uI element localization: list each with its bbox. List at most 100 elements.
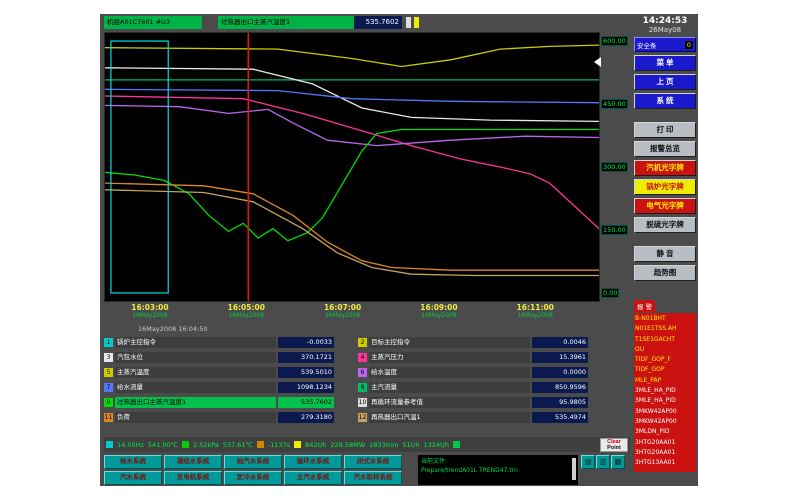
pen-value: 539.5010 — [278, 367, 334, 378]
pen-value: 0.0046 — [532, 337, 588, 348]
legend-row[interactable]: 2 目标主控指令 0.0046 — [358, 335, 598, 350]
alarm-entry[interactable]: TIDF_GOP — [635, 365, 695, 375]
sidebar: 14:24:53 26May08 安全条 0 菜 单上 页系 统打 印报警总览汽… — [632, 14, 698, 486]
system-nav-button[interactable]: 闭式水系统 — [344, 455, 402, 469]
pen-indicator-chip — [414, 17, 419, 28]
legend-row[interactable]: 7 给水流量 1098.1234 — [104, 380, 344, 395]
alarm-entry[interactable]: 3MLDN_PID — [635, 427, 695, 437]
sidebar-button[interactable]: 上 页 — [634, 74, 696, 90]
y-axis-label: 300.00 — [601, 162, 628, 172]
system-nav-button[interactable]: 给水系统 — [104, 455, 162, 469]
status-value: 2833mm — [369, 441, 398, 449]
nav-row-2: 汽水系统发电机系统定冷水系统主汽水系统汽水取样系统 — [104, 471, 402, 485]
sidebar-button[interactable]: 系 统 — [634, 93, 696, 109]
sidebar-button[interactable]: 打 印 — [634, 122, 696, 138]
system-nav-button[interactable]: 循环水系统 — [284, 455, 342, 469]
alarm-entry[interactable]: N01E1TSS.AH — [635, 324, 695, 334]
legend-row[interactable]: 9 过热器出口主蒸汽温度1 535.7602 — [104, 395, 344, 410]
tool-icon-button[interactable]: ▥ — [596, 455, 610, 469]
pen-value: 279.3180 — [278, 412, 334, 423]
alarm-entry[interactable]: 3HTG13AA01 — [635, 458, 695, 468]
x-axis: 16:03:0016May2008 16:05:0016May2008 16:07:… — [104, 303, 598, 323]
alarm-entry[interactable]: MLE_PAP — [635, 376, 695, 386]
safety-bar-button[interactable]: 安全条 0 — [634, 37, 696, 52]
sidebar-button[interactable]: 静 音 — [634, 246, 696, 262]
x-axis-tick: 16:03:0016May2008 — [126, 303, 174, 319]
pen-value: 15.3961 — [532, 352, 588, 363]
sidebar-button[interactable]: 趋势图 — [634, 265, 696, 281]
legend-row[interactable]: 10 再循环流量参考值 95.9805 — [358, 395, 598, 410]
tool-icon-button[interactable]: ▤ — [581, 455, 595, 469]
status-value: 541.00℃ — [148, 441, 178, 449]
alarm-entry[interactable]: 3MKW42AP00 — [635, 407, 695, 417]
legend-row[interactable]: 1 锅炉主控指令 -0.0033 — [104, 335, 344, 350]
alarm-entry[interactable]: 3MKW42AP00 — [635, 417, 695, 427]
message-console: 当前文件: Prepare/trendA01L TREND47.trn — [418, 455, 578, 485]
pen-color-chip: 11 — [104, 413, 113, 422]
system-nav-button[interactable]: 定冷水系统 — [224, 471, 282, 485]
sidebar-button[interactable]: 电气光字牌 — [634, 198, 696, 214]
pen-label: 给水流量 — [115, 382, 276, 393]
x-axis-tick: 16:05:0016May2008 — [222, 303, 270, 319]
sidebar-button[interactable]: 报警总览 — [634, 141, 696, 157]
screen: 机组A01CT601 #U3 过热器出口主蒸汽温度1 535.7602 600.… — [0, 0, 800, 500]
console-scrollbar[interactable] — [572, 458, 576, 480]
sidebar-button[interactable]: 菜 单 — [634, 55, 696, 71]
alarm-entry[interactable]: TIDF_GOP_F — [635, 355, 695, 365]
y-axis-label: 150.00 — [601, 225, 628, 235]
sidebar-button[interactable]: 脱硫光字牌 — [634, 217, 696, 233]
pen-label: 主蒸汽温度 — [115, 367, 276, 378]
legend-row[interactable]: 5 主蒸汽温度 539.5010 — [104, 365, 344, 380]
pen-label: 再循环流量参考值 — [369, 397, 530, 408]
pen-color-chip: 12 — [358, 413, 367, 422]
sidebar-button[interactable]: 汽机光字牌 — [634, 160, 696, 176]
status-bar: 14.05Hz541.00℃2.52kPa537.61℃-1137s842t/h… — [104, 437, 630, 452]
system-nav-button[interactable]: 汽水系统 — [104, 471, 162, 485]
status-indicator-chip — [294, 441, 301, 448]
pen-color-chip: 3 — [104, 353, 113, 362]
alarm-entry[interactable]: 3MLE_HA_PID — [635, 386, 695, 396]
legend-grid: 1 锅炉主控指令 -0.0033 3 汽包水位 370.1721 5 主蒸汽温度… — [104, 335, 630, 425]
alarm-entry[interactable]: OU — [635, 345, 695, 355]
alarm-entry[interactable]: 3HTG20AA01 — [635, 448, 695, 458]
legend-row[interactable]: 4 主蒸汽压力 15.3961 — [358, 350, 598, 365]
legend-row[interactable]: 12 再热器出口汽温1 535.4974 — [358, 410, 598, 425]
status-indicator-chip — [257, 441, 264, 448]
system-nav-button[interactable]: 主汽水系统 — [284, 471, 342, 485]
toolbar-icons: ▤▥▦ — [581, 455, 625, 469]
system-nav-button[interactable]: 汽水取样系统 — [344, 471, 402, 485]
alarm-entry[interactable]: B-N01BHT — [635, 314, 695, 324]
nav-row-1: 给水系统凝结水系统抽汽水系统循环水系统闭式水系统 — [104, 455, 402, 469]
range-marker-triangle[interactable] — [594, 57, 601, 67]
alarm-entry[interactable]: 3HTG20AA01 — [635, 438, 695, 448]
pen-label: 主汽流量 — [369, 382, 530, 393]
x-axis-tick: 16:07:0016May2008 — [319, 303, 367, 319]
system-nav-button[interactable]: 发电机系统 — [164, 471, 222, 485]
trend-plot-svg — [105, 33, 599, 301]
pen-value: 0.0000 — [532, 367, 588, 378]
clear-point-line2: Point — [601, 445, 627, 451]
pen-color-chip: 5 — [104, 368, 113, 377]
tool-icon-button[interactable]: ▦ — [611, 455, 625, 469]
legend-row[interactable]: 8 主汽流量 850.9596 — [358, 380, 598, 395]
pen-value: -0.0033 — [278, 337, 334, 348]
trend-line-5 — [105, 96, 599, 229]
alarm-entry[interactable]: T1SE1GACHT — [635, 335, 695, 345]
legend-row[interactable]: 3 汽包水位 370.1721 — [104, 350, 344, 365]
console-line1: 当前文件: — [421, 457, 575, 466]
sidebar-button[interactable]: 锅炉光字牌 — [634, 179, 696, 195]
status-value: 2.52kPa — [193, 441, 219, 449]
y-axis-label: 0.00 — [601, 288, 619, 298]
legend-left-column: 1 锅炉主控指令 -0.0033 3 汽包水位 370.1721 5 主蒸汽温度… — [104, 335, 344, 425]
legend-row[interactable]: 11 负荷 279.3180 — [104, 410, 344, 425]
system-nav-button[interactable]: 凝结水系统 — [164, 455, 222, 469]
legend-row[interactable]: 6 给水温度 0.0000 — [358, 365, 598, 380]
safety-bar-label: 安全条 — [637, 40, 657, 50]
system-nav-button[interactable]: 抽汽水系统 — [224, 455, 282, 469]
clear-point-button[interactable]: Clear Point — [600, 438, 628, 452]
status-indicator-chip — [182, 441, 189, 448]
alarm-entry[interactable]: 3MLE_HA_PID — [635, 396, 695, 406]
pen-color-chip: 6 — [358, 368, 367, 377]
y-axis: 600.00450.00300.00150.000.00 — [601, 32, 631, 300]
pen-label: 主蒸汽压力 — [369, 352, 530, 363]
